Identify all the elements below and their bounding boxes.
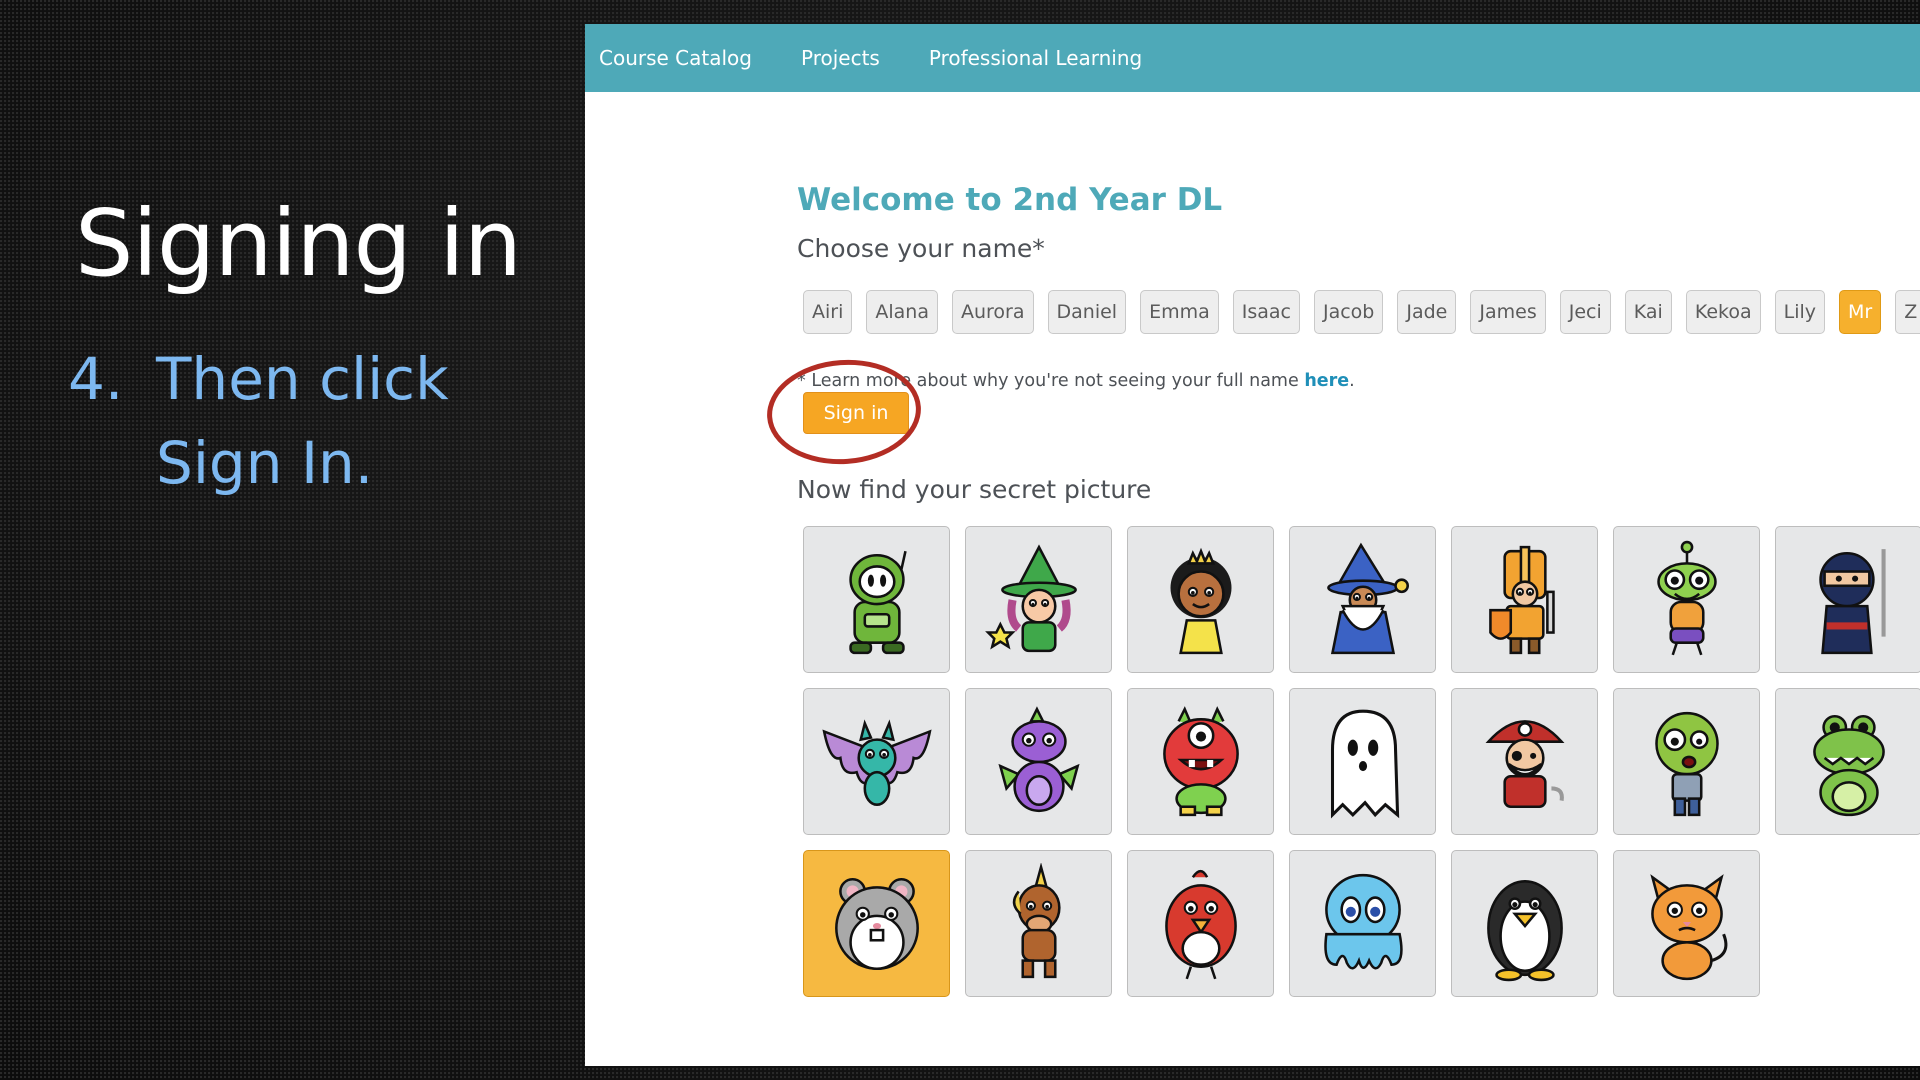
learn-more-suffix: . <box>1349 371 1355 391</box>
unicorn-icon <box>1012 862 1061 978</box>
sign-in-button[interactable]: Sign in <box>803 392 909 434</box>
secret-picture-ninja[interactable] <box>1775 526 1920 673</box>
welcome-heading: Welcome to 2nd Year DL <box>797 182 1223 218</box>
secret-picture-octopus[interactable] <box>1289 850 1436 997</box>
name-button-emma[interactable]: Emma <box>1140 290 1219 334</box>
pirate-icon <box>1485 719 1564 808</box>
name-button-mr[interactable]: Mr <box>1839 290 1882 334</box>
name-button-daniel[interactable]: Daniel <box>1047 290 1127 334</box>
name-button-list: Airi Alana Aurora Daniel Emma Isaac Jacob Jade J… <box>803 290 1920 334</box>
secret-picture-robot[interactable] <box>803 526 950 673</box>
secret-picture-witch[interactable] <box>965 526 1112 673</box>
alien-icon <box>1656 540 1717 655</box>
name-button-lily[interactable]: Lily <box>1774 290 1825 334</box>
nav-projects[interactable]: Projects <box>801 46 880 70</box>
step-number: 4. <box>68 345 124 413</box>
frog-icon <box>1812 714 1885 816</box>
step-text-line1: Then click <box>156 345 449 413</box>
secret-picture-frog[interactable] <box>1775 688 1920 835</box>
name-button-alana[interactable]: Alana <box>866 290 938 334</box>
secret-picture-princess[interactable] <box>1127 526 1274 673</box>
secret-picture-penguin[interactable] <box>1451 850 1598 997</box>
secret-picture-ghost[interactable] <box>1289 688 1436 835</box>
secret-picture-cat[interactable] <box>1613 850 1760 997</box>
browser-screenshot: Course Catalog Projects Professional Lea… <box>585 24 1920 1066</box>
princess-icon <box>1170 547 1231 654</box>
choose-name-label: Choose your name* <box>797 234 1045 263</box>
secret-picture-unicorn[interactable] <box>965 850 1112 997</box>
top-nav: Course Catalog Projects Professional Lea… <box>585 24 1920 92</box>
secret-picture-wizard[interactable] <box>1289 526 1436 673</box>
name-button-jade[interactable]: Jade <box>1397 290 1457 334</box>
zombie-icon <box>1654 711 1719 816</box>
knight-icon <box>1488 545 1555 654</box>
octopus-icon <box>1323 873 1403 969</box>
name-button-aurora[interactable]: Aurora <box>951 290 1034 334</box>
secret-picture-monster[interactable] <box>1127 688 1274 835</box>
nav-course-catalog[interactable]: Course Catalog <box>599 46 752 70</box>
bird-icon <box>1164 869 1237 979</box>
secret-picture-pirate[interactable] <box>1451 688 1598 835</box>
wizard-icon <box>1326 542 1409 654</box>
secret-picture-hamster[interactable] <box>803 850 950 997</box>
secret-picture-bat[interactable] <box>803 688 950 835</box>
witch-icon <box>984 543 1077 652</box>
bat-icon <box>821 718 932 806</box>
name-button-james[interactable]: James <box>1470 290 1546 334</box>
name-button-jacob[interactable]: Jacob <box>1313 290 1384 334</box>
name-button-jeci[interactable]: Jeci <box>1559 290 1611 334</box>
nav-professional-learning[interactable]: Professional Learning <box>929 46 1142 70</box>
step-text-line2: Sign In. <box>156 429 374 497</box>
ninja-icon <box>1818 548 1886 654</box>
monster-icon <box>1162 705 1239 816</box>
secret-picture-zombie[interactable] <box>1613 688 1760 835</box>
name-button-kekoa[interactable]: Kekoa <box>1685 290 1761 334</box>
find-picture-label: Now find your secret picture <box>797 475 1152 504</box>
secret-picture-bird[interactable] <box>1127 850 1274 997</box>
secret-picture-grid <box>803 526 1920 997</box>
penguin-icon <box>1486 879 1563 981</box>
learn-more-text: * Learn more about why you're not seeing… <box>797 371 1305 391</box>
learn-more-link[interactable]: here <box>1304 371 1349 391</box>
learn-more-note: * Learn more about why you're not seeing… <box>797 371 1355 391</box>
name-button-airi[interactable]: Airi <box>803 290 853 334</box>
robot-icon <box>848 550 907 654</box>
name-button-kai[interactable]: Kai <box>1624 290 1672 334</box>
secret-picture-dragon[interactable] <box>965 688 1112 835</box>
dragon-icon <box>997 705 1080 812</box>
name-button-isaac[interactable]: Isaac <box>1232 290 1300 334</box>
secret-picture-knight[interactable] <box>1451 526 1598 673</box>
secret-picture-alien[interactable] <box>1613 526 1760 673</box>
hamster-icon <box>834 877 919 970</box>
cat-icon <box>1649 873 1727 980</box>
name-button-z[interactable]: Z <box>1895 290 1920 334</box>
slide-title: Signing in <box>75 190 522 297</box>
ghost-icon <box>1330 709 1399 819</box>
